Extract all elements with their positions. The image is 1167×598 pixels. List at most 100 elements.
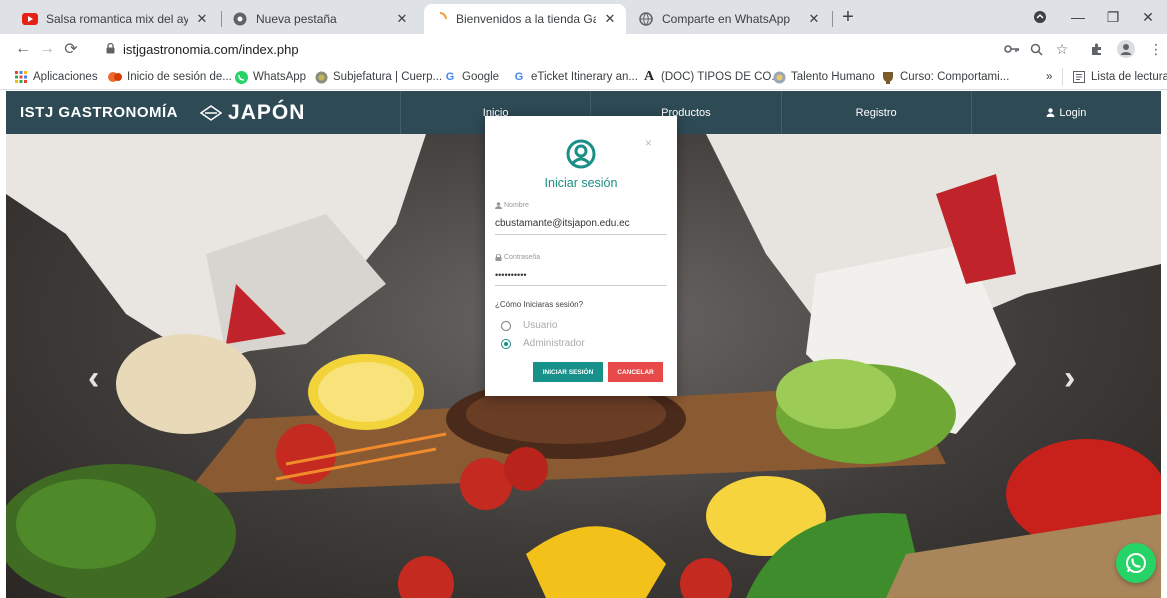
user-icon: [1046, 108, 1055, 117]
new-tab-button[interactable]: +: [836, 6, 860, 30]
zoom-icon[interactable]: [1026, 39, 1046, 59]
bookmark-label: (DOC) TIPOS DE CO...: [661, 71, 781, 83]
modal-title: Iniciar sesión: [544, 176, 618, 190]
close-tab-icon[interactable]: ✕: [194, 11, 210, 27]
tab-separator: [221, 11, 222, 27]
carousel-next-icon[interactable]: ›: [1064, 359, 1075, 398]
login-modal: × Iniciar sesión Nombre cbustamante@itsj…: [485, 116, 677, 396]
label-text: Contraseña: [504, 254, 541, 261]
tab-title: Salsa romantica mix del ayer y hoy: [46, 12, 188, 26]
bookmarks-bar: Aplicaciones Inicio de sesión de... What…: [0, 64, 1167, 90]
close-window-icon[interactable]: ✕: [1125, 0, 1167, 34]
bookmark-subjefatura[interactable]: Subjefatura | Cuerp...: [314, 68, 442, 86]
radio-label: Usuario: [523, 320, 558, 331]
reading-list-button[interactable]: Lista de lectura: [1072, 68, 1167, 86]
academia-icon: A: [643, 69, 655, 84]
close-modal-button[interactable]: ×: [645, 136, 652, 150]
nav-registro[interactable]: Registro: [780, 91, 971, 134]
bookmark-label: WhatsApp: [253, 71, 307, 83]
close-tab-icon[interactable]: ✕: [394, 11, 410, 27]
radio-administrador[interactable]: Administrador: [501, 338, 585, 349]
nav-label: Registro: [855, 106, 897, 119]
address-bar[interactable]: istjgastronomia.com/index.php: [92, 37, 992, 61]
reading-list-label: Lista de lectura: [1091, 71, 1167, 83]
radio-button[interactable]: [501, 320, 511, 331]
bookmark-star-icon[interactable]: ☆: [1052, 39, 1072, 59]
carousel-prev-icon[interactable]: ‹: [88, 359, 99, 398]
reading-list-icon: [1072, 70, 1086, 84]
globe-icon: [638, 11, 654, 27]
label-text: Nombre: [504, 202, 529, 209]
bookmark-curso[interactable]: Curso: Comportami...: [881, 68, 1009, 86]
lock-icon: [495, 254, 502, 261]
radio-button[interactable]: [501, 338, 511, 349]
bookmark-doc-tipos[interactable]: A (DOC) TIPOS DE CO...: [642, 68, 781, 86]
extensions-icon[interactable]: [1086, 39, 1106, 59]
close-tab-icon[interactable]: ✕: [602, 11, 618, 27]
google-icon: G: [445, 71, 455, 83]
overflow-label: »: [1046, 71, 1053, 83]
bookmark-label: Inicio de sesión de...: [127, 71, 232, 83]
site-brand[interactable]: ISTJ GASTRONOMÍA JAPÓN: [6, 91, 400, 134]
name-input[interactable]: cbustamante@itsjapon.edu.ec: [495, 218, 667, 235]
browser-toolbar: ← → ⟳ istjgastronomia.com/index.php ☆ ⋮: [0, 34, 1167, 64]
nav-label: Login: [1059, 106, 1087, 119]
tab-separator: [832, 11, 833, 27]
user-icon: [495, 202, 502, 209]
loading-icon: [432, 11, 448, 27]
profile-avatar-icon[interactable]: [1116, 39, 1136, 59]
bookmarks-overflow[interactable]: »: [1046, 68, 1052, 86]
forward-icon[interactable]: →: [36, 38, 58, 60]
bookmark-label: Google: [462, 71, 500, 83]
tab-whatsapp-share[interactable]: Comparte en WhatsApp ✕: [630, 4, 830, 34]
tab-title: Bienvenidos a la tienda Gastronómica: [456, 12, 596, 26]
tab-youtube[interactable]: Salsa romantica mix del ayer y hoy ✕: [14, 4, 218, 34]
bookmark-google[interactable]: G Google: [443, 68, 499, 86]
logo-text: JAPÓN: [228, 100, 306, 124]
tab-title: Nueva pestaña: [256, 12, 337, 26]
login-submit-button[interactable]: INICIAR SESIÓN: [533, 362, 603, 382]
bookmark-eticket[interactable]: G eTicket Itinerary an...: [512, 68, 638, 86]
name-field-label: Nombre: [495, 202, 529, 209]
key-icon[interactable]: [1002, 39, 1022, 59]
password-input[interactable]: ••••••••••: [495, 270, 667, 286]
more-menu-icon[interactable]: ⋮: [1146, 39, 1166, 59]
bookmarks-separator: [1062, 68, 1063, 86]
reload-icon[interactable]: ⟳: [60, 38, 82, 60]
cancel-button[interactable]: CANCELAR: [608, 362, 663, 382]
whatsapp-icon: [234, 70, 248, 84]
google-icon: G: [514, 71, 524, 83]
bookmark-label: Curso: Comportami...: [900, 71, 1010, 83]
password-field-label: Contraseña: [495, 254, 540, 261]
login-type-question: ¿Cómo Iniciaras sesión?: [495, 300, 584, 309]
course-icon: [881, 70, 895, 84]
tab-new-tab[interactable]: Nueva pestaña ✕: [224, 4, 418, 34]
chrome-icon: [232, 11, 248, 27]
close-tab-icon[interactable]: ✕: [806, 11, 822, 27]
bookmark-label: Talento Humano: [791, 71, 875, 83]
lock-icon: [106, 42, 115, 57]
bookmark-office-login[interactable]: Inicio de sesión de...: [108, 68, 232, 86]
bookmark-apps[interactable]: Aplicaciones: [14, 68, 98, 86]
youtube-icon: [22, 11, 38, 27]
address-text: istjgastronomia.com/index.php: [123, 41, 299, 57]
back-icon[interactable]: ←: [12, 38, 34, 60]
bookmark-label: Aplicaciones: [33, 71, 98, 83]
whatsapp-icon: [1126, 553, 1146, 573]
tab-store[interactable]: Bienvenidos a la tienda Gastronómica ✕: [424, 4, 626, 34]
diamond-logo-icon: [200, 104, 223, 121]
user-circle-icon: [566, 139, 596, 169]
chat-icon: [772, 70, 786, 84]
radio-usuario[interactable]: Usuario: [501, 320, 557, 331]
apps-grid-icon: [14, 70, 28, 84]
japon-logo: JAPÓN: [200, 101, 305, 125]
globe-icon: [314, 70, 328, 84]
bookmark-talento-humano[interactable]: Talento Humano: [772, 68, 875, 86]
whatsapp-float-button[interactable]: [1116, 543, 1156, 583]
browser-tabstrip: Salsa romantica mix del ayer y hoy ✕ Nue…: [0, 0, 1167, 34]
bookmark-label: eTicket Itinerary an...: [531, 71, 638, 83]
bookmark-label: Subjefatura | Cuerp...: [333, 71, 443, 83]
bookmark-whatsapp[interactable]: WhatsApp: [234, 68, 306, 86]
brand-name: ISTJ GASTRONOMÍA: [20, 104, 179, 121]
nav-login[interactable]: Login: [970, 91, 1161, 134]
